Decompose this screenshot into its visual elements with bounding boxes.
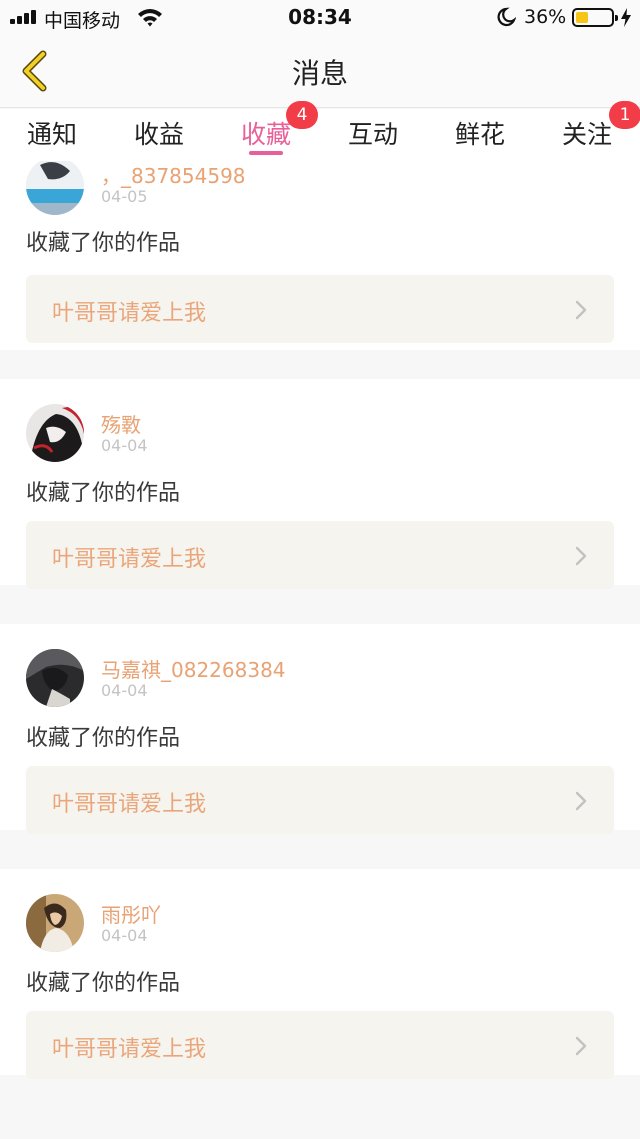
page-title: 消息	[291, 57, 348, 90]
tab-label: 收藏	[240, 120, 291, 149]
message-category-tabs: 通知 收益 收藏 4 互动 鲜花 关注 1	[0, 101, 640, 161]
back-button[interactable]	[12, 48, 56, 94]
action-text: 收藏了你的作品	[26, 231, 181, 256]
work-link[interactable]: 叶哥哥请爱上我	[26, 766, 614, 834]
tab-label: 收益	[133, 120, 184, 149]
tab-label: 通知	[26, 120, 77, 149]
charging-bolt-icon	[621, 8, 631, 27]
chevron-right-icon	[575, 546, 587, 566]
tab-favorites[interactable]: 收藏 4	[226, 101, 318, 161]
notification-card: 雨彤吖 04-04 收藏了你的作品 叶哥哥请爱上我	[0, 869, 640, 1079]
unread-count-badge: 1	[609, 101, 640, 129]
tab-interactions[interactable]: 互动	[333, 109, 413, 161]
tab-notifications[interactable]: 通知	[12, 109, 92, 161]
timestamp: 04-04	[101, 926, 148, 945]
timestamp: 04-04	[101, 436, 148, 455]
chevron-right-icon	[575, 1036, 587, 1056]
avatar[interactable]	[26, 161, 84, 215]
chevron-left-icon	[22, 50, 47, 92]
action-text: 收藏了你的作品	[26, 971, 181, 996]
avatar[interactable]	[26, 404, 84, 462]
work-title: 叶哥哥请爱上我	[52, 547, 207, 572]
work-link[interactable]: 叶哥哥请爱上我	[26, 275, 614, 343]
tab-label: 互动	[347, 120, 398, 149]
notification-card: 殇斁 04-04 收藏了你的作品 叶哥哥请爱上我	[0, 379, 640, 589]
unread-count-badge: 4	[286, 101, 318, 129]
username[interactable]: 雨彤吖	[101, 899, 161, 928]
chevron-right-icon	[575, 791, 587, 811]
username[interactable]: ，_837854598	[101, 161, 246, 189]
work-title: 叶哥哥请爱上我	[52, 1037, 207, 1062]
timestamp: 04-04	[101, 681, 148, 700]
work-title: 叶哥哥请爱上我	[52, 792, 207, 817]
status-bar: 中国移动 08:34 36%	[0, 0, 640, 34]
avatar[interactable]	[26, 894, 84, 952]
do-not-disturb-moon-icon	[497, 7, 516, 27]
tab-follows[interactable]: 关注 1	[547, 101, 640, 161]
navigation-bar: 消息	[0, 34, 640, 108]
notification-card: ，_837854598 04-05 收藏了你的作品 叶哥哥请爱上我	[0, 161, 640, 350]
username[interactable]: 殇斁	[101, 409, 141, 438]
action-text: 收藏了你的作品	[26, 726, 181, 751]
work-title: 叶哥哥请爱上我	[52, 301, 207, 326]
action-text: 收藏了你的作品	[26, 481, 181, 506]
timestamp: 04-05	[101, 187, 148, 206]
tab-earnings[interactable]: 收益	[119, 109, 199, 161]
battery-percentage: 36%	[524, 6, 567, 28]
active-tab-indicator	[249, 151, 283, 155]
tab-label: 鲜花	[454, 120, 505, 149]
avatar[interactable]	[26, 649, 84, 707]
favorites-notification-list[interactable]: ，_837854598 04-05 收藏了你的作品 叶哥哥请爱上我 殇斁 04-…	[0, 161, 640, 1139]
username[interactable]: 马嘉祺_082268384	[101, 654, 286, 683]
notification-card: 马嘉祺_082268384 04-04 收藏了你的作品 叶哥哥请爱上我	[0, 624, 640, 834]
tab-flowers[interactable]: 鲜花	[440, 109, 520, 161]
work-link[interactable]: 叶哥哥请爱上我	[26, 1011, 614, 1079]
tab-label: 关注	[561, 120, 612, 149]
chevron-right-icon	[575, 300, 587, 320]
battery-icon	[572, 8, 618, 27]
work-link[interactable]: 叶哥哥请爱上我	[26, 521, 614, 589]
